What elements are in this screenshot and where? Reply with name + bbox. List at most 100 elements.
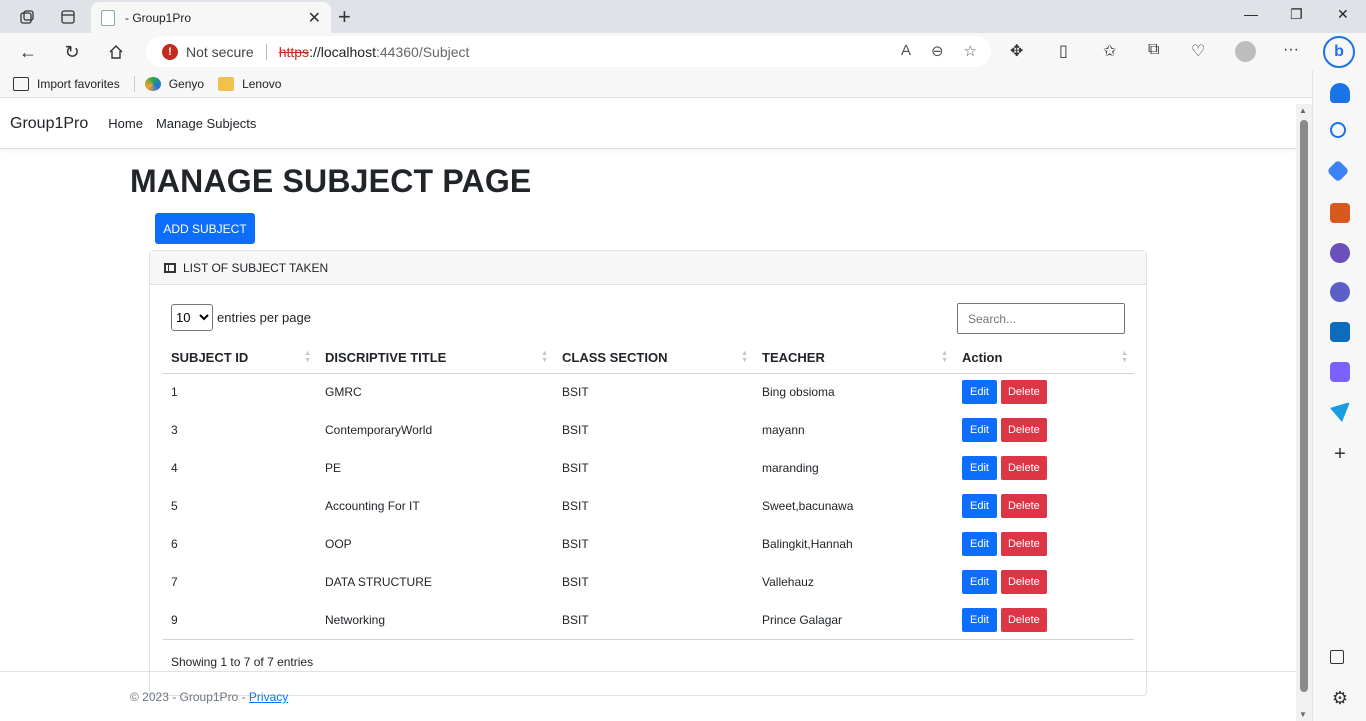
edit-button[interactable]: Edit [962,494,997,518]
cell-section: BSIT [562,461,589,475]
back-icon[interactable]: ← [16,40,40,64]
card-header-title: LIST OF SUBJECT TAKEN [183,260,329,275]
table-icon [164,262,176,273]
search-input[interactable] [957,303,1125,334]
entries-per-page: 10 entries per page [171,304,311,331]
scroll-up-icon[interactable]: ▲ [1299,106,1307,115]
column-label: Action [962,349,1003,365]
delete-button[interactable]: Delete [1000,570,1047,594]
column-header-section[interactable]: CLASS SECTION ▲ ▼ [554,342,754,374]
cell-subject-id: 1 [171,385,178,400]
table-row: 1 GMRC BSIT Bing obsioma Edit Delete [163,373,1134,411]
nav-manage-subjects[interactable]: Manage Subjects [156,116,256,131]
shopping-icon[interactable] [1326,159,1350,183]
cell-section: BSIT [562,499,589,513]
minimize-icon[interactable]: — [1244,6,1258,22]
entries-select[interactable]: 10 [171,304,213,331]
cell-teacher: Sweet,bacunawa [762,499,854,513]
cell-subject-id: 7 [171,575,178,589]
column-header-action[interactable]: Action ▲ ▼ [954,342,1134,374]
games-icon[interactable] [1330,243,1350,263]
drop-icon[interactable] [1330,402,1350,422]
copilot-icon[interactable]: b [1323,36,1355,68]
search-icon[interactable] [1330,122,1346,138]
favorite-star-icon[interactable]: ☆ [964,42,977,60]
column-label: SUBJECT ID [171,349,249,365]
edit-button[interactable]: Edit [962,607,997,632]
collections-icon[interactable]: ⧉ [1148,41,1159,59]
tools-icon[interactable] [1330,203,1350,223]
page-favicon-icon [101,9,115,26]
edit-button[interactable]: Edit [962,456,997,480]
outlook-icon[interactable] [1330,322,1350,342]
restore-icon[interactable]: ❐ [1290,6,1303,23]
scroll-down-icon[interactable]: ▼ [1299,710,1307,719]
page-viewport: Group1Pro Home Manage Subjects MANAGE SU… [0,99,1296,721]
edit-button[interactable]: Edit [962,570,997,594]
favorites-bar: Import favorites Genyo Lenovo [0,70,1366,98]
tab-actions-icon[interactable] [55,5,81,29]
card-header: LIST OF SUBJECT TAKEN [150,251,1146,285]
column-header-teacher[interactable]: TEACHER ▲ ▼ [754,342,954,374]
page-scrollbar[interactable]: ▲ ▼ [1296,104,1312,721]
edit-button[interactable]: Edit [962,418,997,442]
edit-button[interactable]: Edit [962,380,997,405]
extensions-icon[interactable]: ✥ [1010,41,1023,61]
table-row: 5 Accounting For IT BSIT Sweet,bacunawa Edit… [163,487,1134,525]
split-screen-icon[interactable]: ▯ [1059,41,1068,61]
nav-home[interactable]: Home [108,116,143,131]
delete-button[interactable]: Delete [1000,456,1047,480]
privacy-link[interactable]: Privacy [249,690,288,704]
add-sidebar-app-icon[interactable]: + [1330,444,1350,464]
address-bar[interactable]: ! Not secure https://localhost:44360/Sub… [146,36,991,67]
read-aloud-icon[interactable]: A [901,42,911,60]
favorites-icon[interactable]: ✩ [1103,41,1116,61]
subjects-table: SUBJECT ID ▲ ▼ DISCRIPTIVE TITLE ▲ ▼ CLASS S… [163,342,1134,640]
close-tab-icon[interactable]: ✕ [308,8,321,28]
edit-button[interactable]: Edit [962,532,997,556]
notifications-icon[interactable] [1330,83,1350,103]
favorite-import[interactable]: Import favorites [13,76,120,91]
zoom-out-icon[interactable]: ⊖ [931,42,944,60]
column-header-title[interactable]: DISCRIPTIVE TITLE ▲ ▼ [317,342,554,374]
designer-icon[interactable] [1330,362,1350,382]
delete-button[interactable]: Delete [1000,607,1047,632]
site-brand[interactable]: Group1Pro [10,115,88,133]
table-row: 7 DATA STRUCTURE BSIT Vallehauz Edit Delete [163,563,1134,601]
browser-tab-active[interactable]: - Group1Pro ✕ [91,2,331,33]
profile-avatar[interactable] [1235,41,1256,62]
sort-icon: ▲ ▼ [941,350,948,364]
add-subject-button[interactable]: ADD SUBJECT [155,213,255,244]
hide-sidebar-icon[interactable] [1330,650,1344,664]
subject-list-card: LIST OF SUBJECT TAKEN 10 entries per pag… [149,250,1147,696]
cell-subject-id: 6 [171,537,178,551]
column-header-subject-id[interactable]: SUBJECT ID ▲ ▼ [163,342,317,374]
home-icon[interactable] [104,40,128,64]
cell-teacher: mayann [762,423,805,437]
new-tab-icon[interactable]: + [338,4,351,30]
showing-entries-info: Showing 1 to 7 of 7 entries [171,655,314,669]
browser-essentials-icon[interactable]: ♡ [1191,41,1205,61]
delete-button[interactable]: Delete [1000,380,1047,405]
address-divider [265,43,267,60]
table-row: 4 PE BSIT maranding Edit Delete [163,449,1134,487]
cell-title: Accounting For IT [325,499,420,513]
favorite-genyo[interactable]: Genyo [144,76,204,91]
sort-icon: ▲ ▼ [541,350,548,364]
settings-gear-icon[interactable]: ⚙ [1330,688,1350,708]
sort-icon: ▲ ▼ [1121,350,1128,364]
window-close-icon[interactable]: ✕ [1337,6,1349,23]
delete-button[interactable]: Delete [1000,494,1047,518]
scrollbar-thumb[interactable] [1300,120,1308,692]
more-options-icon[interactable]: ··· [1283,41,1299,59]
favorite-lenovo[interactable]: Lenovo [218,76,281,91]
browser-tab-bar: - Group1Pro ✕ + — ❐ ✕ [0,0,1366,33]
delete-button[interactable]: Delete [1000,418,1047,442]
delete-button[interactable]: Delete [1000,532,1047,556]
url-scheme: https [278,43,310,60]
not-secure-label[interactable]: Not secure [186,44,254,60]
refresh-icon[interactable]: ↻ [60,40,84,64]
cell-subject-id: 9 [163,601,317,640]
microsoft-365-icon[interactable] [1330,282,1350,302]
workspaces-icon[interactable] [14,5,40,29]
